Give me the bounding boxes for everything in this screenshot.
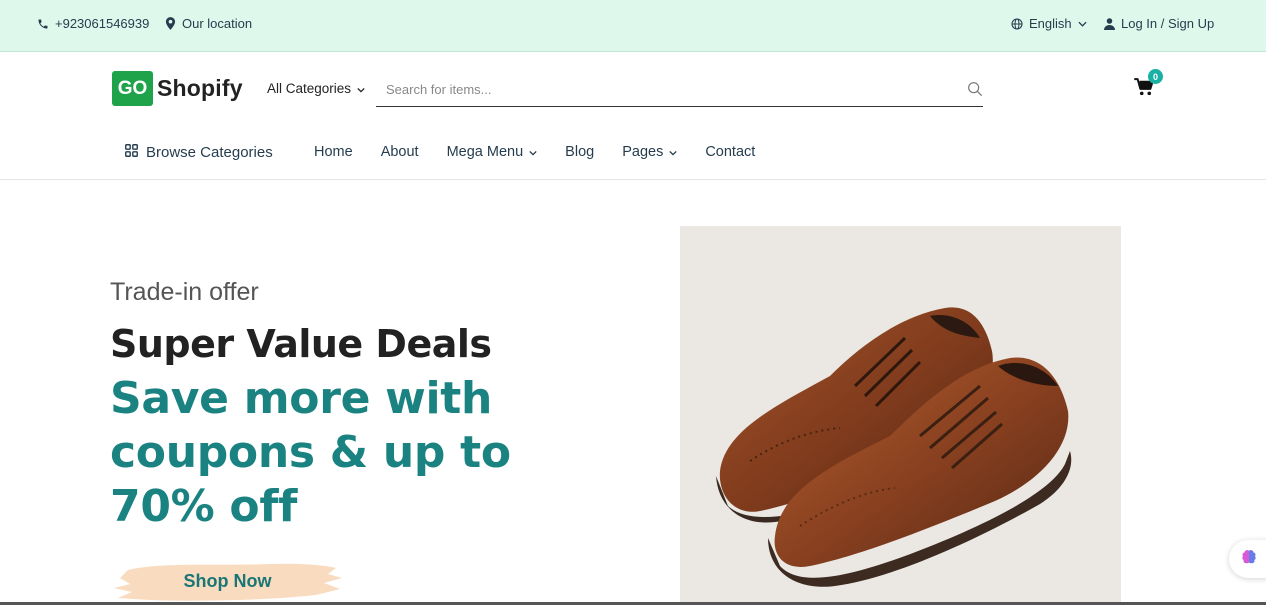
chevron-down-icon bbox=[357, 81, 365, 96]
user-icon bbox=[1104, 17, 1115, 30]
logo-text: Shopify bbox=[157, 75, 243, 101]
browse-categories-button[interactable]: Browse Categories bbox=[125, 144, 273, 161]
hero-product-image bbox=[680, 226, 1121, 605]
site-logo[interactable]: GO Shopify bbox=[112, 71, 243, 106]
nav-mega-menu[interactable]: Mega Menu bbox=[447, 144, 538, 160]
login-label: Log In / Sign Up bbox=[1121, 16, 1215, 31]
browse-categories-label: Browse Categories bbox=[146, 144, 273, 161]
hero-subtitle: Trade-in offer bbox=[110, 278, 259, 306]
location-link[interactable]: Our location bbox=[165, 16, 252, 31]
phone-icon bbox=[37, 18, 49, 30]
chevron-down-icon bbox=[529, 144, 537, 160]
logo-badge: GO bbox=[112, 71, 153, 106]
brown-shoes-illustration bbox=[716, 307, 1072, 587]
nav-label: Contact bbox=[705, 144, 756, 160]
nav-label: About bbox=[380, 144, 419, 160]
nav-label: Pages bbox=[622, 144, 664, 160]
search-bar bbox=[376, 72, 983, 107]
chevron-down-icon bbox=[1078, 21, 1087, 27]
nav-blog[interactable]: Blog bbox=[565, 144, 594, 160]
hero-promo-text: Save more with coupons & up to 70% off bbox=[110, 373, 511, 532]
top-bar: +923061546939 Our location English Log I… bbox=[0, 0, 1266, 52]
assistant-widget-button[interactable] bbox=[1229, 540, 1266, 578]
nav-about[interactable]: About bbox=[381, 144, 419, 160]
cart-button[interactable]: 0 bbox=[1134, 69, 1163, 101]
nav-label: Blog bbox=[565, 144, 595, 160]
brain-icon bbox=[1240, 548, 1258, 571]
nav-home[interactable]: Home bbox=[314, 144, 353, 160]
nav-contact[interactable]: Contact bbox=[705, 144, 755, 160]
language-label: English bbox=[1029, 16, 1072, 31]
hero-title: Super Value Deals bbox=[110, 322, 492, 366]
map-pin-icon bbox=[165, 17, 176, 30]
globe-icon bbox=[1011, 17, 1023, 30]
chevron-down-icon bbox=[669, 144, 677, 160]
language-selector[interactable]: English bbox=[1011, 16, 1087, 31]
grid-icon bbox=[125, 144, 138, 161]
shop-now-button[interactable]: Shop Now bbox=[110, 556, 345, 605]
search-icon[interactable] bbox=[967, 81, 983, 102]
nav-label: Home bbox=[314, 144, 353, 160]
nav-pages[interactable]: Pages bbox=[622, 144, 677, 160]
main-nav: Home About Mega Menu Blog Pages Contact bbox=[314, 144, 783, 160]
shop-now-wrapper: Shop Now bbox=[110, 556, 342, 605]
category-select[interactable]: All Categories bbox=[267, 81, 365, 96]
search-input[interactable] bbox=[376, 81, 946, 97]
login-signup-link[interactable]: Log In / Sign Up bbox=[1104, 16, 1214, 31]
phone-contact[interactable]: +923061546939 bbox=[37, 16, 149, 31]
cart-count-badge: 0 bbox=[1148, 69, 1163, 84]
nav-label: Mega Menu bbox=[446, 144, 524, 160]
category-select-label: All Categories bbox=[267, 81, 352, 96]
main-header: GO Shopify All Categories 0 Browse Categ… bbox=[0, 52, 1266, 180]
shopping-cart-icon bbox=[1134, 78, 1154, 100]
phone-number: +923061546939 bbox=[55, 16, 150, 31]
location-label: Our location bbox=[182, 16, 253, 31]
